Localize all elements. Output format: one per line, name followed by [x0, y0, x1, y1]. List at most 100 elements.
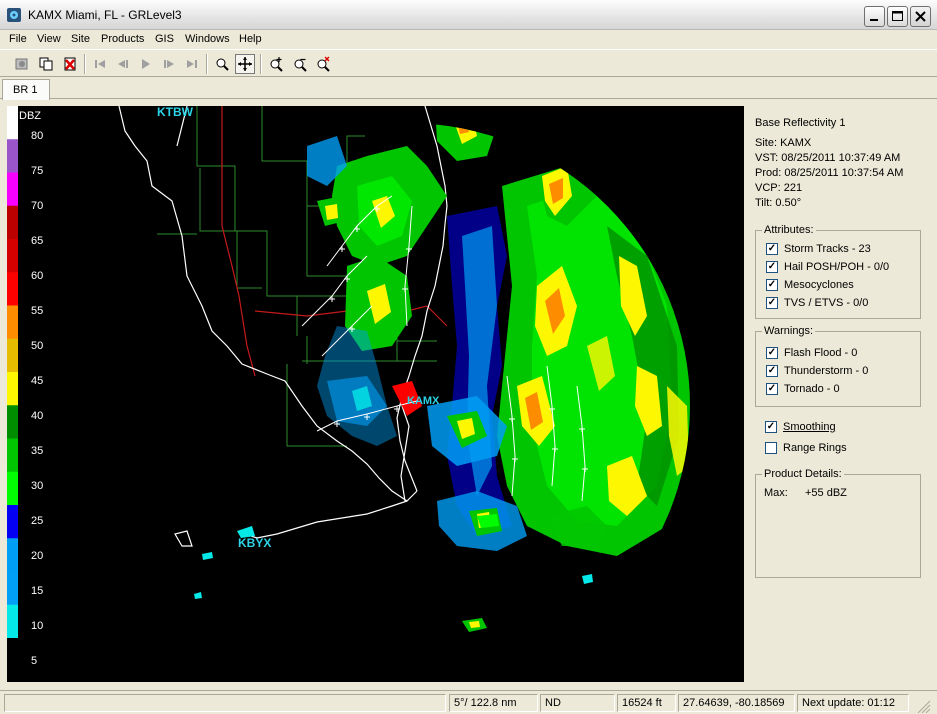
prev-frame-button[interactable]: [113, 54, 133, 74]
legend-swatch: [7, 338, 18, 373]
legend-title: DBZ: [19, 110, 41, 122]
checkbox-label: Storm Tracks - 23: [784, 243, 871, 255]
checkbox-checked-icon: ✓: [766, 279, 778, 291]
delete-icon: [64, 57, 76, 71]
legend-swatch: [7, 438, 18, 473]
thunderstorm-checkbox[interactable]: ✓ Thunderstorm - 0: [766, 364, 868, 378]
tornado-checkbox[interactable]: ✓ Tornado - 0: [766, 382, 840, 396]
minimize-button[interactable]: [864, 6, 885, 27]
mesocyclones-checkbox[interactable]: ✓ Mesocyclones: [766, 278, 854, 292]
close-button[interactable]: [910, 6, 931, 27]
delete-button[interactable]: [60, 54, 80, 74]
site-label-kamx[interactable]: KAMX: [407, 395, 439, 407]
resize-grip-icon[interactable]: [912, 697, 932, 714]
legend-label: 80: [31, 130, 44, 142]
legend-label: 55: [31, 305, 44, 317]
menu-file[interactable]: File: [9, 33, 27, 45]
details-value: +55 dBZ: [805, 487, 847, 499]
legend-label: 60: [31, 270, 44, 282]
first-frame-button[interactable]: [90, 54, 110, 74]
menu-products[interactable]: Products: [101, 33, 144, 45]
app-icon: [6, 7, 22, 23]
smoothing-checkbox[interactable]: ✓ Smoothing: [765, 420, 836, 434]
product-details-group: Product Details: Max: +55 dBZ: [755, 468, 921, 578]
legend-label: 50: [31, 340, 44, 352]
zoom-out-button[interactable]: [290, 54, 310, 74]
legend-label: 65: [31, 235, 44, 247]
status-message: [4, 694, 446, 712]
toolbar-separator: [206, 54, 208, 74]
legend-swatch: [7, 538, 18, 572]
checkbox-label: Smoothing: [783, 421, 836, 433]
legend-swatch: [7, 106, 18, 140]
window-title: KAMX Miami, FL - GRLevel3: [28, 8, 182, 22]
duplicate-button[interactable]: [36, 54, 56, 74]
next-frame-button[interactable]: [159, 54, 179, 74]
status-next-update: Next update: 01:12: [797, 694, 909, 712]
menu-help[interactable]: Help: [239, 33, 262, 45]
zoom-in-icon: [270, 57, 283, 72]
tab-bar: BR 1: [0, 77, 937, 100]
menu-bar: File View Site Products GIS Windows Help: [0, 30, 937, 49]
status-value: ND: [540, 694, 615, 712]
checkbox-checked-icon: ✓: [765, 421, 777, 433]
legend-label: 35: [31, 445, 44, 457]
info-panel: Base Reflectivity 1 Site: KAMX VST: 08/2…: [747, 106, 930, 682]
zoom-button[interactable]: [212, 54, 232, 74]
zoom-in-button[interactable]: [266, 54, 286, 74]
copy-image-icon: [15, 58, 28, 70]
checkbox-label: Hail POSH/POH - 0/0: [784, 261, 890, 273]
legend-swatch: [7, 571, 18, 606]
vcp-info: VCP: 221: [755, 182, 803, 194]
play-button[interactable]: [136, 54, 156, 74]
last-frame-icon: [187, 60, 197, 68]
tilt-info: Tilt: 0.50°: [755, 197, 802, 209]
zoom-reset-button[interactable]: [313, 54, 333, 74]
zoom-icon: [216, 58, 229, 71]
storm-tracks-checkbox[interactable]: ✓ Storm Tracks - 23: [766, 242, 871, 256]
legend-swatch: [7, 139, 18, 173]
legend-label: 15: [31, 585, 44, 597]
checkbox-label: Range Rings: [783, 442, 847, 454]
legend-label: 30: [31, 480, 44, 492]
legend-swatch: [7, 372, 18, 406]
menu-windows[interactable]: Windows: [185, 33, 230, 45]
menu-gis[interactable]: GIS: [155, 33, 174, 45]
site-info: Site: KAMX: [755, 137, 812, 149]
details-key: Max:: [764, 487, 788, 499]
close-icon: [915, 11, 926, 22]
checkbox-label: Thunderstorm - 0: [784, 365, 869, 377]
prod-info: Prod: 08/25/2011 10:37:54 AM: [755, 167, 904, 179]
tvs-checkbox[interactable]: ✓ TVS / ETVS - 0/0: [766, 296, 868, 310]
legend-swatch: [7, 471, 18, 506]
radar-map-graphic: [118, 106, 690, 632]
checkbox-unchecked-icon: [765, 442, 777, 454]
copy-image-button[interactable]: [12, 54, 32, 74]
last-frame-button[interactable]: [182, 54, 202, 74]
warnings-group: Warnings: ✓ Flash Flood - 0 ✓ Thunderstorm…: [755, 325, 921, 407]
checkbox-checked-icon: ✓: [766, 383, 778, 395]
checkbox-label: TVS / ETVS - 0/0: [784, 297, 869, 309]
site-label-kbyx[interactable]: KBYX: [238, 536, 271, 550]
checkbox-label: Mesocyclones: [784, 279, 854, 291]
legend-label: 40: [31, 410, 44, 422]
legend-swatch: [7, 305, 18, 340]
hail-checkbox[interactable]: ✓ Hail POSH/POH - 0/0: [766, 260, 889, 274]
menu-site[interactable]: Site: [71, 33, 90, 45]
maximize-button[interactable]: [887, 6, 908, 27]
legend-label: 45: [31, 375, 44, 387]
status-coordinates: 27.64639, -80.18569: [678, 694, 795, 712]
play-icon: [142, 59, 150, 69]
pan-button[interactable]: [235, 54, 255, 74]
legend-swatch: [7, 405, 18, 439]
toolbar: [0, 49, 937, 77]
radar-map[interactable]: DBZ 80 75 70 65 60 55 50 45 40 35 30 25 …: [7, 106, 744, 682]
legend-swatch: [7, 272, 18, 306]
tab-br1[interactable]: BR 1: [2, 79, 50, 100]
flash-flood-checkbox[interactable]: ✓ Flash Flood - 0: [766, 346, 857, 360]
range-rings-checkbox[interactable]: Range Rings: [765, 441, 847, 455]
legend-label: 5: [31, 655, 38, 667]
site-label-ktbw[interactable]: KTBW: [157, 106, 193, 119]
menu-view[interactable]: View: [37, 33, 61, 45]
checkbox-label: Tornado - 0: [784, 383, 840, 395]
